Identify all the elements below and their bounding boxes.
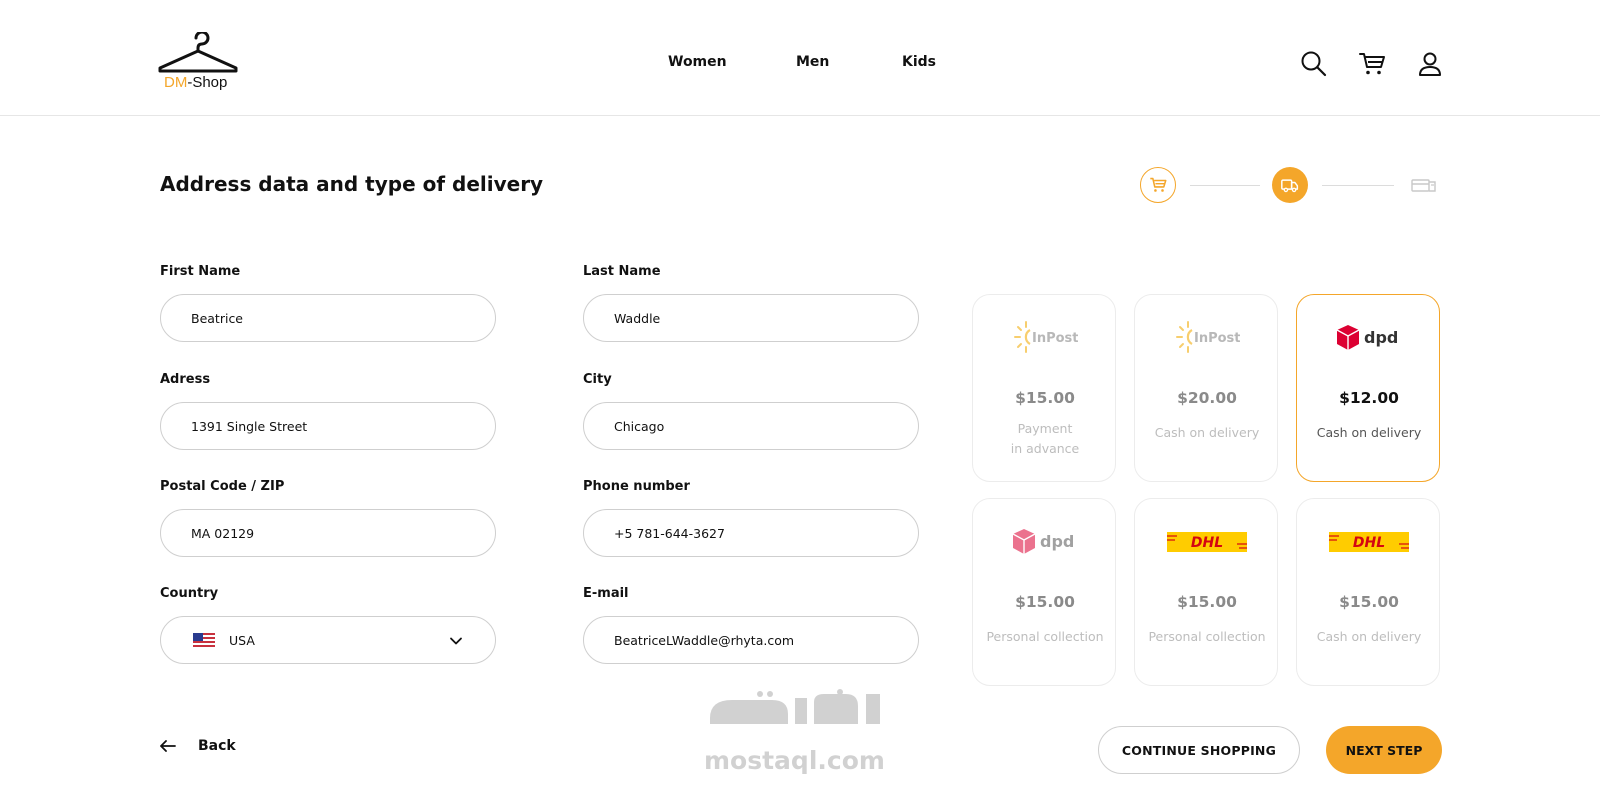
delivery-description: Cash on delivery [1316, 425, 1422, 440]
nav-kids[interactable]: Kids [902, 54, 936, 70]
postal-label: Postal Code / ZIP [160, 479, 285, 494]
email-label: E-mail [583, 586, 629, 601]
hanger-icon [158, 32, 238, 73]
delivery-price: $15.00 [1339, 593, 1399, 611]
chevron-down-icon[interactable] [449, 634, 463, 651]
country-label: Country [160, 586, 219, 601]
delivery-option-dpd-cod[interactable]: dpd $12.00 Cash on delivery [1296, 294, 1440, 482]
cart-icon [1150, 177, 1167, 192]
delivery-price: $15.00 [1015, 389, 1075, 407]
svg-text:DHL: DHL [1353, 535, 1385, 551]
dhl-logo: DHL [1297, 519, 1441, 565]
delivery-option-inpost-cod[interactable]: InPost $20.00 Cash on delivery [1134, 294, 1278, 482]
inpost-logo: InPost [973, 315, 1117, 361]
delivery-option-dhl-cod[interactable]: DHL $15.00 Cash on delivery [1296, 498, 1440, 686]
svg-text:dpd: dpd [1364, 328, 1398, 347]
delivery-price: $15.00 [1177, 593, 1237, 611]
address-label: Adress [160, 372, 211, 387]
site-header: DM-Shop Women Men Kids [0, 0, 1600, 116]
first-name-field[interactable] [160, 294, 496, 342]
email-field[interactable] [583, 616, 919, 664]
first-name-label: First Name [160, 264, 241, 279]
city-input[interactable] [614, 418, 894, 434]
last-name-input[interactable] [614, 310, 894, 326]
delivery-description: Cash on delivery [1154, 425, 1260, 440]
phone-input[interactable] [614, 525, 894, 541]
svg-text:dpd: dpd [1040, 532, 1074, 551]
delivery-option-dhl-collection[interactable]: DHL $15.00 Personal collection [1134, 498, 1278, 686]
step-payment[interactable] [1410, 167, 1438, 203]
dhl-logo: DHL [1135, 519, 1279, 565]
delivery-description: Personal collection [1148, 629, 1266, 644]
address-input[interactable] [191, 418, 471, 434]
svg-text:InPost: InPost [1194, 331, 1240, 346]
user-icon[interactable] [1416, 50, 1444, 78]
delivery-description: Cash on delivery [1316, 629, 1422, 644]
brand-name: DM-Shop [164, 74, 228, 91]
city-label: City [583, 372, 612, 387]
delivery-price: $20.00 [1177, 389, 1237, 407]
delivery-price: $12.00 [1339, 389, 1399, 407]
us-flag-icon [193, 633, 215, 647]
continue-shopping-button[interactable]: CONTINUE SHOPPING [1098, 726, 1300, 774]
svg-text:InPost: InPost [1032, 331, 1078, 346]
phone-field[interactable] [583, 509, 919, 557]
arrow-left-icon [160, 740, 176, 752]
dpd-logo: dpd [973, 519, 1117, 565]
page-title: Address data and type of delivery [160, 172, 544, 196]
step-cart[interactable] [1140, 167, 1176, 203]
email-input[interactable] [614, 632, 894, 648]
phone-label: Phone number [583, 479, 690, 494]
watermark-logo: mostaql.com [700, 688, 900, 780]
cart-icon[interactable] [1358, 50, 1386, 78]
last-name-label: Last Name [583, 264, 661, 279]
first-name-input[interactable] [191, 310, 471, 326]
last-name-field[interactable] [583, 294, 919, 342]
delivery-description: Payment in advance [1010, 421, 1080, 456]
inpost-logo: InPost [1135, 315, 1279, 361]
payment-icon [1411, 179, 1436, 192]
svg-text:DHL: DHL [1191, 535, 1223, 551]
nav-women[interactable]: Women [668, 54, 727, 70]
postal-input[interactable] [191, 525, 471, 541]
country-select[interactable]: USA [160, 616, 496, 664]
postal-field[interactable] [160, 509, 496, 557]
delivery-truck-icon [1281, 179, 1299, 193]
search-icon[interactable] [1300, 50, 1328, 78]
back-button[interactable]: Back [160, 738, 236, 754]
city-field[interactable] [583, 402, 919, 450]
address-field[interactable] [160, 402, 496, 450]
step-connector [1322, 185, 1394, 186]
step-delivery[interactable] [1272, 167, 1308, 203]
brand-logo[interactable]: DM-Shop [156, 32, 242, 94]
dpd-logo: dpd [1297, 315, 1441, 361]
back-label: Back [198, 738, 236, 754]
delivery-option-dpd-collection[interactable]: dpd $15.00 Personal collection [972, 498, 1116, 686]
delivery-option-inpost-advance[interactable]: InPost $15.00 Payment in advance [972, 294, 1116, 482]
step-connector [1190, 185, 1260, 186]
delivery-price: $15.00 [1015, 593, 1075, 611]
country-value: USA [229, 632, 255, 648]
next-step-button[interactable]: NEXT STEP [1326, 726, 1442, 774]
delivery-description: Personal collection [986, 629, 1104, 644]
nav-men[interactable]: Men [796, 54, 829, 70]
